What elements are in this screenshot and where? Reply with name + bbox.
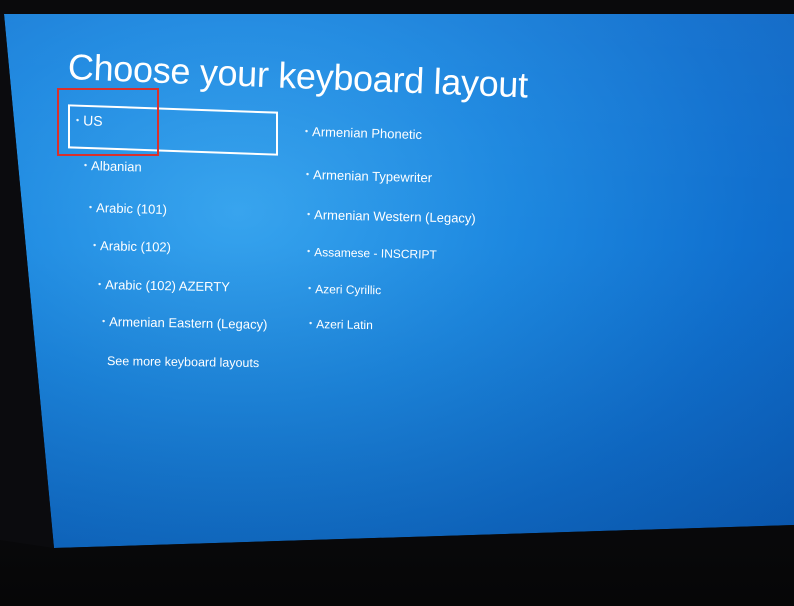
layout-label: Armenian Typewriter: [312, 167, 433, 186]
bullet-icon: •: [101, 316, 106, 327]
annotation-highlight-box: [57, 88, 159, 156]
see-more-keyboard-layouts-link[interactable]: See more keyboard layouts: [107, 354, 259, 370]
layout-label: Assamese - INSCRIPT: [314, 245, 437, 262]
layout-option-azeri-cyrillic[interactable]: • Azeri Cyrillic: [308, 282, 381, 297]
layout-option-arabic-102[interactable]: • Arabic (102): [92, 238, 172, 255]
layout-option-azeri-latin[interactable]: • Azeri Latin: [309, 317, 373, 332]
monitor-bezel-top: [0, 0, 794, 14]
bullet-icon: •: [92, 240, 97, 251]
layout-label: Arabic (102): [99, 238, 172, 255]
bullet-icon: •: [88, 202, 93, 213]
layout-option-arabic-102-azerty[interactable]: • Arabic (102) AZERTY: [98, 277, 230, 294]
bullet-icon: •: [307, 283, 312, 294]
layout-label: Arabic (102) AZERTY: [105, 277, 231, 295]
bullet-icon: •: [306, 209, 311, 220]
layout-option-armenian-eastern-legacy[interactable]: • Armenian Eastern (Legacy): [102, 314, 268, 332]
layout-label: Armenian Phonetic: [311, 124, 423, 143]
layout-label: Arabic (101): [95, 200, 168, 218]
bullet-icon: •: [97, 279, 102, 290]
bullet-icon: •: [308, 318, 313, 329]
layout-label: Azeri Latin: [316, 317, 373, 333]
layout-label: Albanian: [90, 158, 142, 175]
layout-label: Azeri Cyrillic: [315, 282, 382, 298]
layout-option-assamese-inscript[interactable]: • Assamese - INSCRIPT: [307, 245, 437, 262]
layout-option-albanian[interactable]: • Albanian: [83, 158, 142, 175]
bullet-icon: •: [83, 160, 88, 171]
bullet-icon: •: [306, 246, 311, 257]
layout-label: Armenian Eastern (Legacy): [109, 314, 268, 332]
bullet-icon: •: [305, 169, 310, 180]
layout-option-armenian-phonetic[interactable]: • Armenian Phonetic: [305, 124, 422, 142]
layout-option-arabic-101[interactable]: • Arabic (101): [89, 200, 167, 217]
bullet-icon: •: [304, 126, 309, 137]
